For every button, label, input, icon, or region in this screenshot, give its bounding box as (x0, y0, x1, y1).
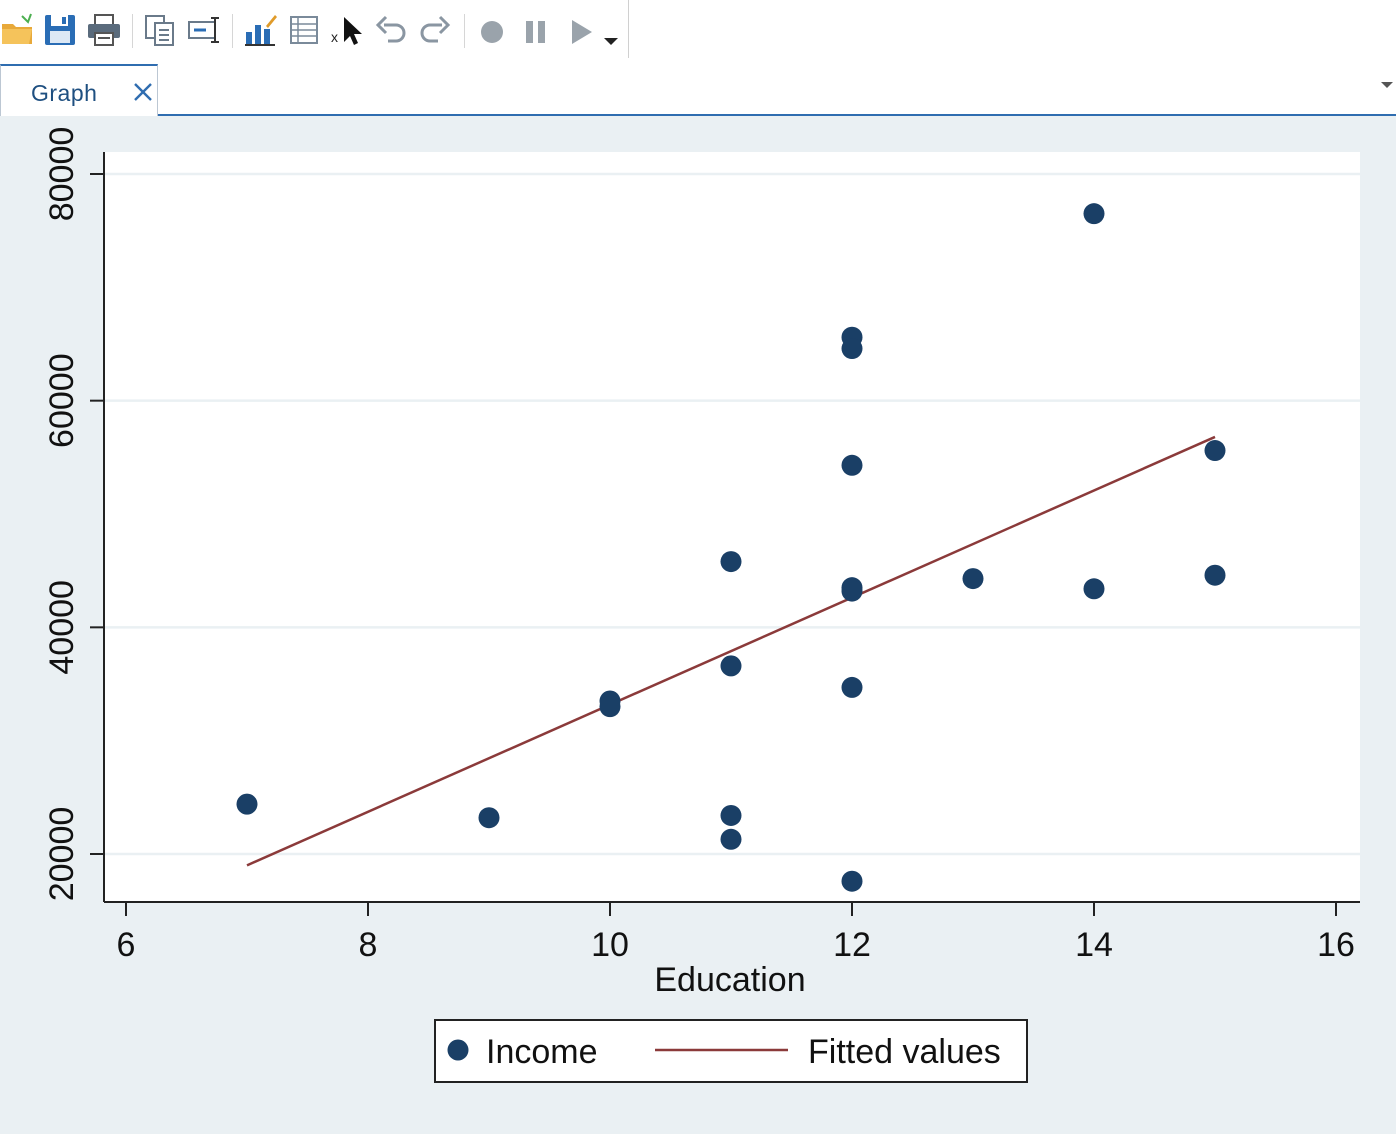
x-tick-label: 6 (117, 926, 136, 964)
income-point (841, 454, 863, 476)
pointer-select-icon[interactable]: x (330, 12, 366, 48)
open-folder-icon[interactable] (0, 12, 36, 48)
copy-graph-icon[interactable] (142, 12, 178, 48)
graph-window: 20000 40000 60000 80000 6 8 10 12 14 16 Education I… (0, 116, 1396, 1134)
pause-icon[interactable] (518, 12, 554, 48)
income-point (962, 568, 984, 590)
income-point (841, 676, 863, 698)
income-point (236, 793, 258, 815)
toolbar: x (0, 0, 629, 59)
income-point (720, 551, 742, 573)
tab-strip: Graph (0, 58, 1396, 116)
play-icon[interactable] (562, 12, 598, 48)
income-point (720, 655, 742, 677)
income-point (841, 338, 863, 360)
toolbar-separator (232, 14, 233, 48)
print-icon[interactable] (86, 12, 122, 48)
x-tick-label: 12 (833, 926, 871, 964)
close-icon[interactable] (131, 80, 155, 104)
dropdown-arrow-icon[interactable] (600, 12, 622, 48)
legend-fitted-label: Fitted values (808, 1033, 1001, 1071)
income-point (1083, 578, 1105, 600)
y-tick-label: 40000 (43, 580, 81, 675)
redo-icon[interactable] (416, 12, 452, 48)
income-point (599, 696, 621, 718)
tab-graph-label: Graph (31, 80, 98, 106)
x-tick-label: 8 (359, 926, 378, 964)
svg-text:x: x (331, 29, 338, 45)
tab-graph[interactable]: Graph (0, 64, 158, 116)
income-point (720, 828, 742, 850)
income-point (841, 870, 863, 892)
legend-income-marker (447, 1039, 469, 1061)
plot-region (104, 152, 1360, 902)
toolbar-separator (464, 14, 465, 48)
tab-menu-arrow-icon[interactable] (1380, 80, 1394, 90)
income-point (720, 804, 742, 826)
income-point (478, 807, 500, 829)
income-point (1204, 440, 1226, 462)
toolbar-separator (132, 14, 133, 48)
y-tick-label: 80000 (43, 127, 81, 222)
x-tick-label: 10 (591, 926, 629, 964)
income-point (1083, 203, 1105, 225)
x-tick-label: 16 (1317, 926, 1355, 964)
x-tick-label: 14 (1075, 926, 1113, 964)
graph-editor-icon[interactable] (242, 12, 278, 48)
data-browser-icon[interactable] (286, 12, 322, 48)
income-point (841, 580, 863, 602)
undo-icon[interactable] (374, 12, 410, 48)
legend-income-label: Income (486, 1033, 598, 1071)
scatter-chart: 20000 40000 60000 80000 6 8 10 12 14 16 Education I… (43, 127, 1360, 1083)
income-point (1204, 564, 1226, 586)
save-icon[interactable] (42, 12, 78, 48)
rename-icon[interactable] (186, 12, 222, 48)
record-icon[interactable] (474, 12, 510, 48)
x-axis-title: Education (654, 961, 805, 999)
y-tick-label: 60000 (43, 353, 81, 448)
y-tick-label: 20000 (43, 807, 81, 902)
